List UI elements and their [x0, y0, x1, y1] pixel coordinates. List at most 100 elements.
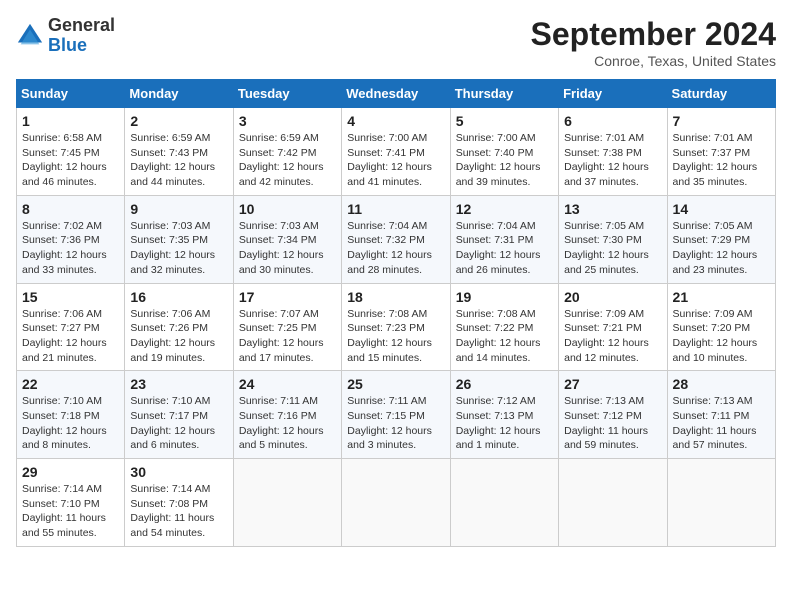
day-info: Sunrise: 7:11 AM Sunset: 7:16 PM Dayligh… — [239, 394, 336, 453]
week-row-5: 29 Sunrise: 7:14 AM Sunset: 7:10 PM Dayli… — [17, 459, 776, 547]
day-number: 27 — [564, 376, 661, 392]
day-info: Sunrise: 7:05 AM Sunset: 7:30 PM Dayligh… — [564, 219, 661, 278]
day-cell: 1 Sunrise: 6:58 AM Sunset: 7:45 PM Daylig… — [17, 108, 125, 196]
day-info: Sunrise: 7:02 AM Sunset: 7:36 PM Dayligh… — [22, 219, 119, 278]
logo-icon — [16, 22, 44, 50]
day-info: Sunrise: 7:04 AM Sunset: 7:31 PM Dayligh… — [456, 219, 553, 278]
day-cell: 15Sunrise: 7:06 AM Sunset: 7:27 PM Dayli… — [17, 283, 125, 371]
day-cell: 21 Sunrise: 7:09 AM Sunset: 7:20 PM Dayli… — [667, 283, 775, 371]
day-cell: 17 Sunrise: 7:07 AM Sunset: 7:25 PM Dayli… — [233, 283, 341, 371]
day-cell: 13 Sunrise: 7:05 AM Sunset: 7:30 PM Dayli… — [559, 195, 667, 283]
day-number: 23 — [130, 376, 227, 392]
day-info: Sunrise: 6:59 AM Sunset: 7:43 PM Dayligh… — [130, 131, 227, 190]
day-info: Sunrise: 7:03 AM Sunset: 7:35 PM Dayligh… — [130, 219, 227, 278]
day-cell: 16 Sunrise: 7:06 AM Sunset: 7:26 PM Dayli… — [125, 283, 233, 371]
day-number: 24 — [239, 376, 336, 392]
day-info: Sunrise: 7:12 AM Sunset: 7:13 PM Dayligh… — [456, 394, 553, 453]
day-number: 10 — [239, 201, 336, 217]
day-cell: 29 Sunrise: 7:14 AM Sunset: 7:10 PM Dayli… — [17, 459, 125, 547]
day-info: Sunrise: 7:08 AM Sunset: 7:23 PM Dayligh… — [347, 307, 444, 366]
day-info: Sunrise: 7:00 AM Sunset: 7:40 PM Dayligh… — [456, 131, 553, 190]
day-info: Sunrise: 7:13 AM Sunset: 7:11 PM Dayligh… — [673, 394, 770, 453]
day-number: 5 — [456, 113, 553, 129]
day-cell: 26 Sunrise: 7:12 AM Sunset: 7:13 PM Dayli… — [450, 371, 558, 459]
title-block: September 2024 Conroe, Texas, United Sta… — [531, 16, 776, 69]
day-number: 30 — [130, 464, 227, 480]
day-cell: 27 Sunrise: 7:13 AM Sunset: 7:12 PM Dayli… — [559, 371, 667, 459]
day-number: 4 — [347, 113, 444, 129]
day-info: Sunrise: 7:07 AM Sunset: 7:25 PM Dayligh… — [239, 307, 336, 366]
week-row-3: 15Sunrise: 7:06 AM Sunset: 7:27 PM Dayli… — [17, 283, 776, 371]
column-header-friday: Friday — [559, 80, 667, 108]
day-info: Sunrise: 7:09 AM Sunset: 7:20 PM Dayligh… — [673, 307, 770, 366]
day-cell: 30 Sunrise: 7:14 AM Sunset: 7:08 PM Dayli… — [125, 459, 233, 547]
day-cell: 25 Sunrise: 7:11 AM Sunset: 7:15 PM Dayli… — [342, 371, 450, 459]
day-info: Sunrise: 6:58 AM Sunset: 7:45 PM Dayligh… — [22, 131, 119, 190]
day-number: 25 — [347, 376, 444, 392]
day-info: Sunrise: 7:04 AM Sunset: 7:32 PM Dayligh… — [347, 219, 444, 278]
day-number: 12 — [456, 201, 553, 217]
day-info: Sunrise: 7:01 AM Sunset: 7:38 PM Dayligh… — [564, 131, 661, 190]
day-info: Sunrise: 6:59 AM Sunset: 7:42 PM Dayligh… — [239, 131, 336, 190]
day-number: 22 — [22, 376, 119, 392]
day-number: 17 — [239, 289, 336, 305]
day-cell — [559, 459, 667, 547]
day-cell: 8Sunrise: 7:02 AM Sunset: 7:36 PM Daylig… — [17, 195, 125, 283]
column-header-thursday: Thursday — [450, 80, 558, 108]
day-number: 2 — [130, 113, 227, 129]
day-cell: 22 Sunrise: 7:10 AM Sunset: 7:18 PM Dayli… — [17, 371, 125, 459]
day-number: 21 — [673, 289, 770, 305]
day-info: Sunrise: 7:11 AM Sunset: 7:15 PM Dayligh… — [347, 394, 444, 453]
day-info: Sunrise: 7:00 AM Sunset: 7:41 PM Dayligh… — [347, 131, 444, 190]
week-row-4: 22 Sunrise: 7:10 AM Sunset: 7:18 PM Dayli… — [17, 371, 776, 459]
day-number: 26 — [456, 376, 553, 392]
day-cell: 19 Sunrise: 7:08 AM Sunset: 7:22 PM Dayli… — [450, 283, 558, 371]
page-header: General Blue September 2024 Conroe, Texa… — [16, 16, 776, 69]
day-info: Sunrise: 7:14 AM Sunset: 7:08 PM Dayligh… — [130, 482, 227, 541]
day-info: Sunrise: 7:09 AM Sunset: 7:21 PM Dayligh… — [564, 307, 661, 366]
day-info: Sunrise: 7:10 AM Sunset: 7:18 PM Dayligh… — [22, 394, 119, 453]
logo: General Blue — [16, 16, 115, 56]
week-row-1: 1 Sunrise: 6:58 AM Sunset: 7:45 PM Daylig… — [17, 108, 776, 196]
day-number: 13 — [564, 201, 661, 217]
day-number: 3 — [239, 113, 336, 129]
day-number: 11 — [347, 201, 444, 217]
column-header-sunday: Sunday — [17, 80, 125, 108]
column-header-tuesday: Tuesday — [233, 80, 341, 108]
day-number: 6 — [564, 113, 661, 129]
day-number: 9 — [130, 201, 227, 217]
day-cell: 28Sunrise: 7:13 AM Sunset: 7:11 PM Dayli… — [667, 371, 775, 459]
day-number: 29 — [22, 464, 119, 480]
day-info: Sunrise: 7:06 AM Sunset: 7:26 PM Dayligh… — [130, 307, 227, 366]
day-info: Sunrise: 7:08 AM Sunset: 7:22 PM Dayligh… — [456, 307, 553, 366]
day-cell: 5 Sunrise: 7:00 AM Sunset: 7:40 PM Daylig… — [450, 108, 558, 196]
day-number: 16 — [130, 289, 227, 305]
day-cell: 23Sunrise: 7:10 AM Sunset: 7:17 PM Dayli… — [125, 371, 233, 459]
day-number: 19 — [456, 289, 553, 305]
day-number: 15 — [22, 289, 119, 305]
calendar-body: 1 Sunrise: 6:58 AM Sunset: 7:45 PM Daylig… — [17, 108, 776, 547]
logo-line1: General — [48, 16, 115, 36]
day-info: Sunrise: 7:01 AM Sunset: 7:37 PM Dayligh… — [673, 131, 770, 190]
day-cell — [450, 459, 558, 547]
day-cell: 18Sunrise: 7:08 AM Sunset: 7:23 PM Dayli… — [342, 283, 450, 371]
day-cell: 11 Sunrise: 7:04 AM Sunset: 7:32 PM Dayli… — [342, 195, 450, 283]
day-number: 1 — [22, 113, 119, 129]
day-cell: 14Sunrise: 7:05 AM Sunset: 7:29 PM Dayli… — [667, 195, 775, 283]
logo-line2: Blue — [48, 36, 115, 56]
week-row-2: 8Sunrise: 7:02 AM Sunset: 7:36 PM Daylig… — [17, 195, 776, 283]
location: Conroe, Texas, United States — [531, 53, 776, 69]
column-header-wednesday: Wednesday — [342, 80, 450, 108]
day-cell — [667, 459, 775, 547]
day-info: Sunrise: 7:14 AM Sunset: 7:10 PM Dayligh… — [22, 482, 119, 541]
calendar-header: SundayMondayTuesdayWednesdayThursdayFrid… — [17, 80, 776, 108]
day-number: 14 — [673, 201, 770, 217]
day-info: Sunrise: 7:13 AM Sunset: 7:12 PM Dayligh… — [564, 394, 661, 453]
day-cell — [342, 459, 450, 547]
day-info: Sunrise: 7:03 AM Sunset: 7:34 PM Dayligh… — [239, 219, 336, 278]
logo-text: General Blue — [48, 16, 115, 56]
day-cell — [233, 459, 341, 547]
calendar-table: SundayMondayTuesdayWednesdayThursdayFrid… — [16, 79, 776, 547]
day-cell: 7Sunrise: 7:01 AM Sunset: 7:37 PM Daylig… — [667, 108, 775, 196]
day-cell: 3 Sunrise: 6:59 AM Sunset: 7:42 PM Daylig… — [233, 108, 341, 196]
